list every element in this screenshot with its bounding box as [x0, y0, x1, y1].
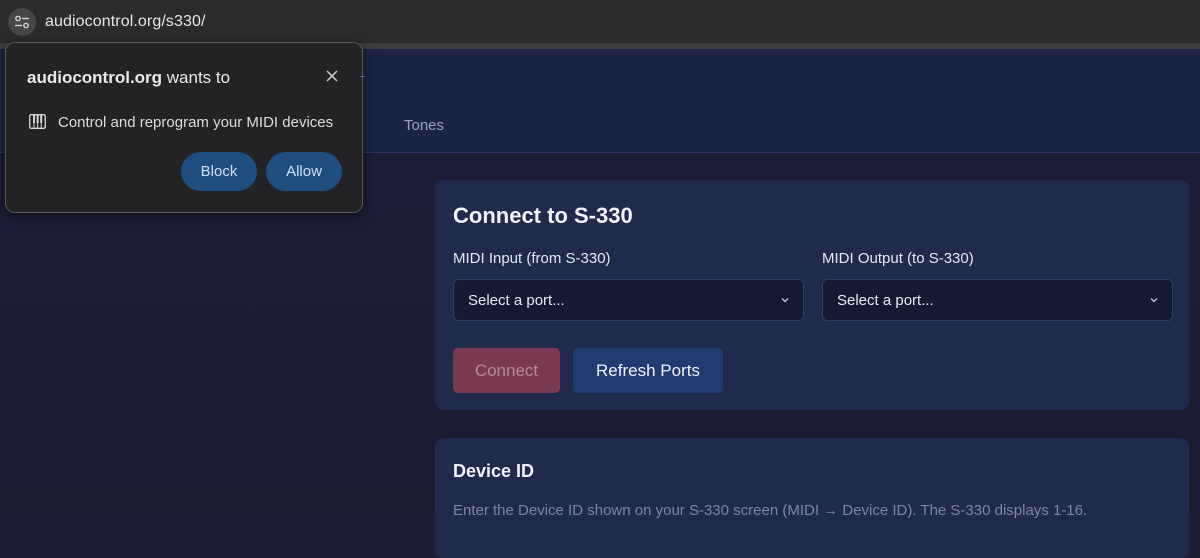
midi-input-label: MIDI Input (from S-330)	[453, 250, 611, 267]
popup-wants-to: wants to	[162, 68, 231, 87]
allow-button[interactable]: Allow	[266, 152, 342, 191]
device-id-description: Enter the Device ID shown on your S-330 …	[453, 502, 1088, 519]
block-button[interactable]: Block	[181, 152, 257, 191]
header-divider-mark	[360, 76, 365, 77]
url-text[interactable]: audiocontrol.org/s330/	[45, 13, 206, 31]
chevron-down-icon	[1148, 293, 1160, 310]
midi-permission-popup: audiocontrol.org wants to Control and re…	[5, 42, 363, 213]
chevron-down-icon	[779, 293, 791, 310]
device-id-title: Device ID	[453, 461, 535, 481]
device-id-card: Device ID Enter the Device ID shown on y…	[435, 438, 1189, 558]
tab-tones[interactable]: Tones	[404, 117, 444, 134]
tune-icon[interactable]	[8, 7, 36, 36]
midi-input-select[interactable]: Select a port...	[453, 279, 804, 321]
refresh-ports-button[interactable]: Refresh Ports	[573, 348, 723, 393]
midi-output-label: MIDI Output (to S-330)	[822, 250, 974, 267]
midi-input-value: Select a port...	[468, 291, 565, 309]
connect-card: Connect to S-330 MIDI Input (from S-330)…	[435, 180, 1189, 410]
connect-button[interactable]: Connect	[453, 348, 560, 393]
popup-permission-text: Control and reprogram your MIDI devices	[58, 114, 334, 131]
midi-piano-icon	[29, 114, 46, 129]
midi-output-value: Select a port...	[837, 291, 934, 309]
midi-output-select[interactable]: Select a port...	[822, 279, 1173, 321]
browser-address-bar: audiocontrol.org/s330/	[0, 0, 1200, 44]
popup-site: audiocontrol.org	[27, 68, 163, 87]
popup-title: audiocontrol.org wants to	[27, 68, 230, 88]
connect-card-title: Connect to S-330	[453, 203, 633, 228]
close-icon[interactable]	[324, 68, 340, 84]
